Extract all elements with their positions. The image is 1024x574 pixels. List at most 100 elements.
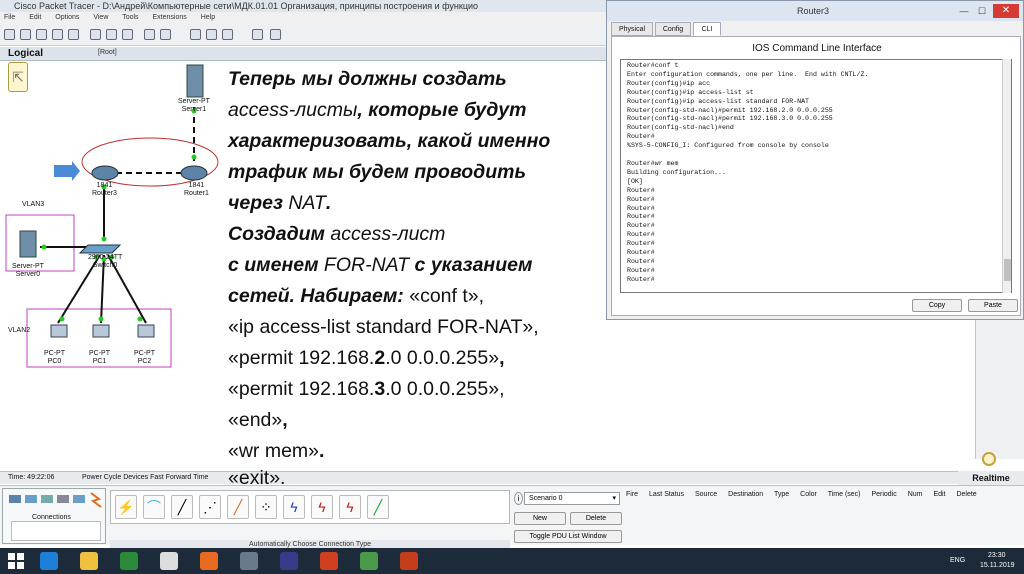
menu-file[interactable]: File (4, 14, 15, 21)
octal-icon[interactable]: ╱ (367, 495, 389, 519)
new-file-icon[interactable] (4, 29, 15, 40)
cli-line: Router(config-std-nacl)#permit 192.168.3… (627, 115, 833, 123)
cli-line: Router# (627, 275, 655, 283)
cli-line: Router# (627, 204, 655, 212)
power-cycle-fast-forward[interactable]: Power Cycle Devices Fast Forward Time (82, 472, 208, 484)
slide-line-10: «permit 192.168.2.0 0.0.0.255», (228, 347, 505, 369)
pc2-label: PC-PT PC2 (134, 350, 155, 365)
info-icon[interactable]: i (514, 492, 523, 505)
auto-connection-icon[interactable]: ⚡ (115, 495, 137, 519)
system-tray: ENG 23:30 15.11.2019 (930, 548, 1024, 574)
main-toolbar (0, 24, 606, 46)
scenario-panel: i Scenario 0 ▾ New Delete Toggle PDU List… (514, 490, 624, 546)
slide-line-14: «exit». (228, 467, 286, 489)
menu-help[interactable]: Help (201, 14, 215, 21)
zoom-reset-icon[interactable] (190, 29, 201, 40)
col-type: Type (774, 491, 790, 498)
new-scenario-button[interactable]: New (514, 512, 566, 525)
server0-label: Server-PT Server0 (12, 263, 44, 278)
coaxial-icon[interactable]: ϟ (283, 495, 305, 519)
cli-scrollbar[interactable] (1002, 59, 1011, 293)
cli-line: Router# (627, 257, 655, 265)
paste-button[interactable]: Paste (968, 299, 1018, 312)
cli-scroll-thumb[interactable] (1004, 259, 1011, 281)
undo-icon[interactable] (122, 29, 133, 40)
copy-icon[interactable] (90, 29, 101, 40)
minimize-icon[interactable]: — (957, 5, 971, 17)
connections-label: Connections (32, 514, 71, 521)
serial-dte-icon[interactable]: ϟ (339, 495, 361, 519)
router3-window: Router3 — ☐ ✕ Physical Config CLI IOS Co… (606, 0, 1024, 320)
cli-line: Router#conf t (627, 62, 679, 69)
menu-view[interactable]: View (93, 14, 108, 21)
ie-icon[interactable] (40, 552, 58, 570)
app-icon[interactable] (120, 552, 138, 570)
delete-scenario-button[interactable]: Delete (570, 512, 622, 525)
tab-config[interactable]: Config (655, 22, 691, 36)
root-breadcrumb[interactable]: [Root] (98, 49, 117, 56)
connection-subtypes[interactable] (11, 521, 101, 541)
maximize-icon[interactable]: ☐ (975, 5, 989, 17)
menu-options[interactable]: Options (55, 14, 79, 21)
media-icon[interactable] (320, 552, 338, 570)
sim-time: Time: 49:22:06 (8, 474, 55, 481)
pdu-table-header: Fire Last Status Source Destination Type… (626, 489, 1024, 503)
slide-line-13: «wr mem». (228, 440, 325, 462)
copy-button[interactable]: Copy (912, 299, 962, 312)
packet-tracer-icon[interactable] (360, 552, 378, 570)
tab-physical[interactable]: Physical (611, 22, 653, 36)
clock-date: 15.11.2019 (980, 562, 1015, 569)
logical-tab[interactable]: Logical (8, 48, 43, 59)
serial-dce-icon[interactable]: ϟ (311, 495, 333, 519)
cli-line: Building configuration... (627, 168, 726, 176)
activity-wizard-icon[interactable] (68, 29, 79, 40)
chrome-icon[interactable] (160, 552, 178, 570)
col-fire: Fire (626, 491, 639, 498)
menu-edit[interactable]: Edit (29, 14, 41, 21)
straight-through-icon[interactable]: ╱ (171, 495, 193, 519)
console-cable-icon[interactable]: ⌒ (143, 495, 165, 519)
powerpoint-icon[interactable] (400, 552, 418, 570)
open-folder-icon[interactable] (20, 29, 31, 40)
zoom-in-icon[interactable] (160, 29, 171, 40)
custom-device-icon[interactable] (270, 29, 281, 40)
windows-start-icon[interactable] (8, 553, 24, 569)
cli-line: Router# (627, 222, 655, 230)
language-indicator[interactable]: ENG (950, 557, 965, 564)
slide-line-8: сетей. Набираем: «conf t», (228, 285, 485, 307)
phone-icon[interactable]: ⁘ (255, 495, 277, 519)
close-icon[interactable]: ✕ (993, 4, 1019, 18)
zoom-out-icon[interactable] (206, 29, 217, 40)
print-icon[interactable] (52, 29, 63, 40)
slide-line-9: «ip access-list standard FOR-NAT», (228, 316, 539, 338)
vlan3-label: VLAN3 (22, 201, 45, 208)
zoom-icon[interactable] (222, 29, 233, 40)
toggle-pdu-list-button[interactable]: Toggle PDU List Window (514, 530, 622, 543)
crossover-icon[interactable]: ⋰ (199, 495, 221, 519)
palette-icon[interactable] (252, 29, 263, 40)
firefox-icon[interactable] (200, 552, 218, 570)
menu-tools[interactable]: Tools (122, 14, 138, 21)
fiber-icon[interactable]: ╱ (227, 495, 249, 519)
redo-icon[interactable] (144, 29, 155, 40)
slide-line-4: трафик мы будем проводить (228, 161, 527, 183)
cli-line: Router# (627, 186, 655, 194)
save-icon[interactable] (36, 29, 47, 40)
pc0-icon (50, 324, 68, 338)
cli-console[interactable]: Router#conf t Enter configuration command… (620, 59, 1012, 293)
col-delete: Delete (956, 491, 977, 498)
realtime-clock-icon[interactable] (982, 452, 996, 466)
scenario-select[interactable]: Scenario 0 ▾ (524, 492, 620, 505)
explorer-icon[interactable] (80, 552, 98, 570)
workspace-bar: Logical [Root] (0, 47, 606, 61)
connection-type-list: ⚡ ⌒ ╱ ⋰ ╱ ⁘ ϟ ϟ ϟ ╱ (110, 490, 510, 524)
app2-icon[interactable] (240, 552, 258, 570)
tab-cli[interactable]: CLI (693, 22, 721, 36)
menu-extensions[interactable]: Extensions (153, 14, 187, 21)
realtime-mode[interactable]: Realtime (958, 471, 1024, 485)
paste-icon[interactable] (106, 29, 117, 40)
cli-line: Router# (627, 231, 655, 239)
app3-icon[interactable] (280, 552, 298, 570)
pc0-label: PC-PT PC0 (44, 350, 65, 365)
device-category-icons[interactable] (3, 489, 107, 511)
